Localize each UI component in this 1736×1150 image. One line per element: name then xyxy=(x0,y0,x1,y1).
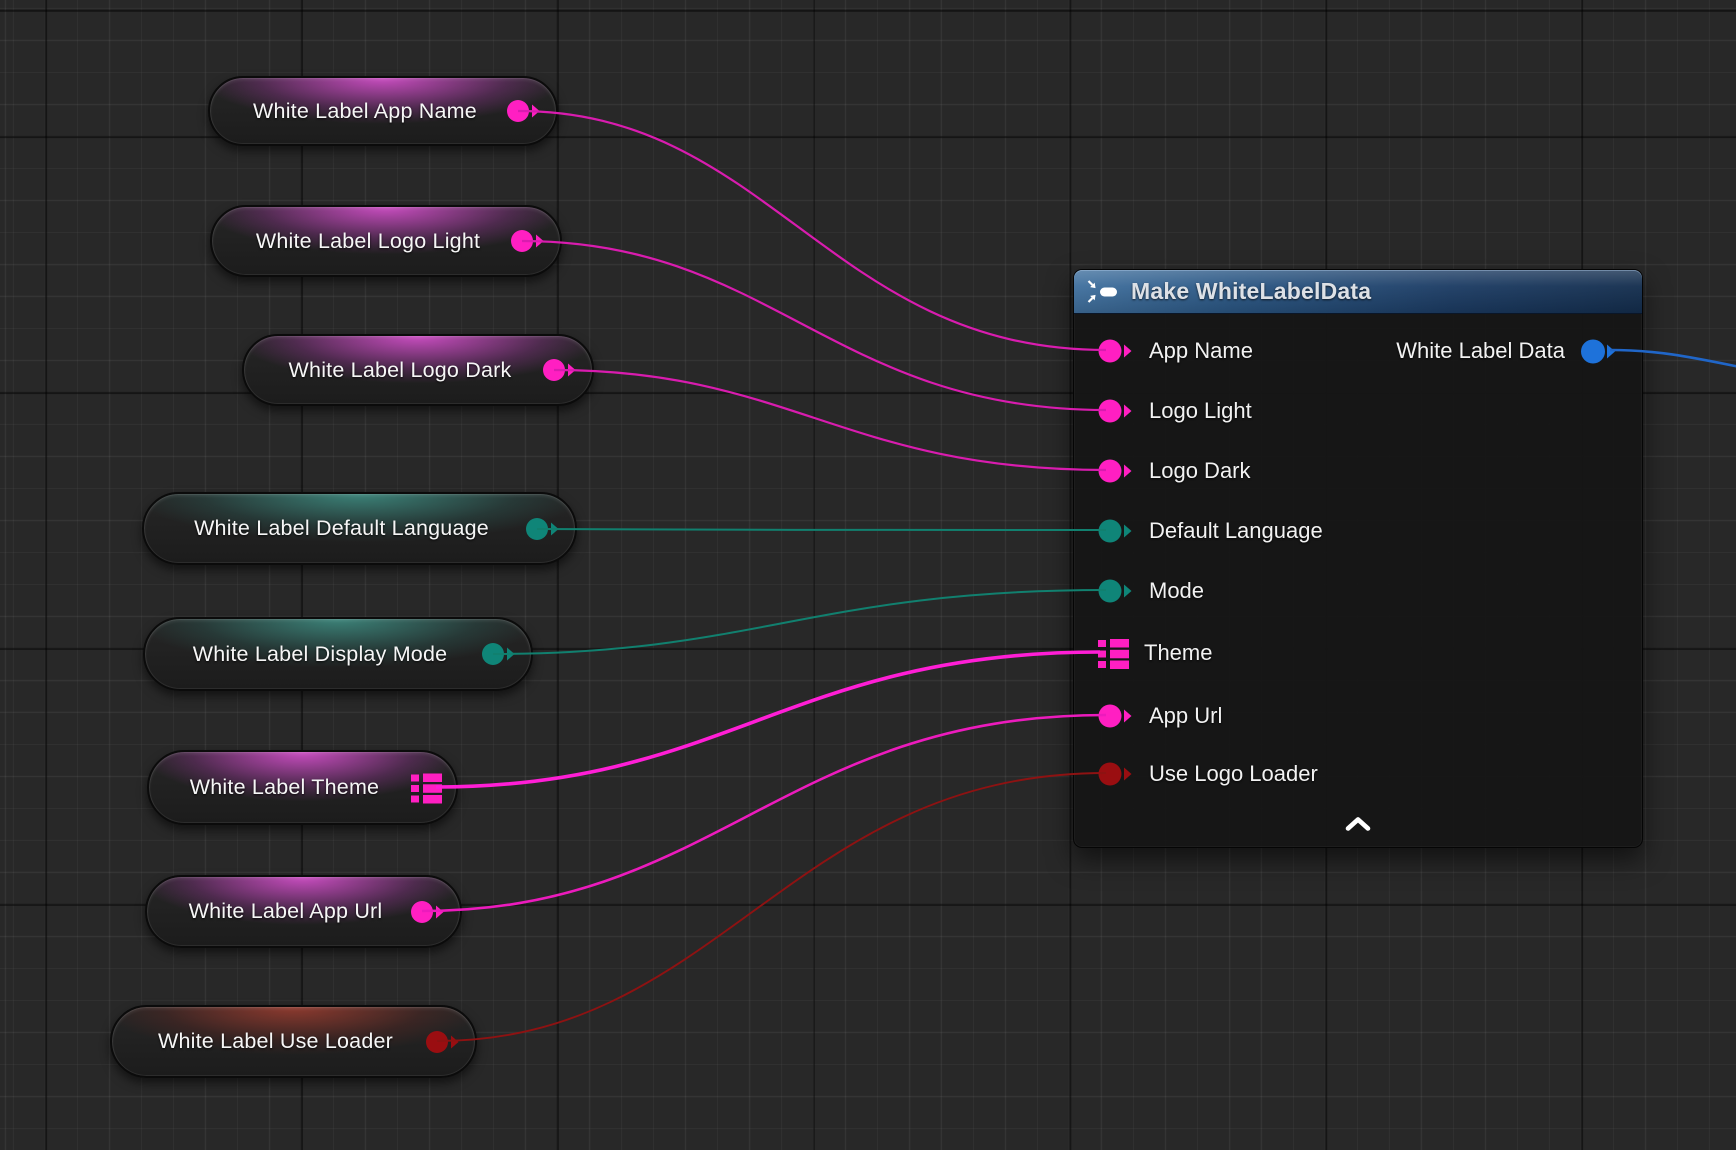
input-pin[interactable] xyxy=(1098,458,1134,484)
output-pin[interactable] xyxy=(506,98,542,124)
output-pin[interactable] xyxy=(410,899,446,925)
variable-node-label: White Label Use Loader xyxy=(158,1029,393,1054)
pin-row-theme: Theme xyxy=(1098,636,1212,670)
pin-row-default-language: Default Language xyxy=(1098,514,1323,548)
variable-node-white-label-theme[interactable]: White Label Theme xyxy=(147,750,458,825)
output-pin[interactable] xyxy=(525,516,561,542)
pin-row-app-name: App Name xyxy=(1098,334,1253,368)
input-pin[interactable] xyxy=(1098,703,1134,729)
make-struct-icon xyxy=(1086,278,1120,305)
input-pin[interactable] xyxy=(1098,518,1134,544)
variable-node-label: White Label Logo Light xyxy=(256,229,480,254)
variable-node-white-label-app-url[interactable]: White Label App Url xyxy=(145,875,462,948)
collapse-chevron-icon[interactable] xyxy=(1344,816,1372,832)
wire-app-name[interactable] xyxy=(518,111,1106,350)
wire-app-url[interactable] xyxy=(422,715,1106,911)
pin-label: Default Language xyxy=(1149,518,1323,544)
struct-pin-icon[interactable] xyxy=(1098,638,1129,669)
output-pin[interactable] xyxy=(481,641,517,667)
variable-node-white-label-display-mode[interactable]: White Label Display Mode xyxy=(143,617,533,691)
input-pin[interactable] xyxy=(1098,338,1134,364)
wire-logo-dark[interactable] xyxy=(554,370,1106,470)
output-pin[interactable] xyxy=(542,357,578,383)
output-pin[interactable] xyxy=(510,228,546,254)
variable-node-white-label-logo-dark[interactable]: White Label Logo Dark xyxy=(242,334,594,406)
node-title: Make WhiteLabelData xyxy=(1131,278,1371,305)
variable-node-label: White Label Display Mode xyxy=(193,642,448,667)
make-whitelabeldata-node[interactable]: Make WhiteLabelData App Name Logo Light … xyxy=(1073,269,1643,848)
variable-node-white-label-logo-light[interactable]: White Label Logo Light xyxy=(210,205,562,277)
struct-pin-icon[interactable] xyxy=(411,772,442,803)
blueprint-graph-canvas[interactable]: { "canvas": { "background": "#282828" },… xyxy=(0,0,1736,1150)
pin-label: White Label Data xyxy=(1396,338,1565,364)
wire-display-mode[interactable] xyxy=(493,590,1106,654)
input-pin[interactable] xyxy=(1098,761,1134,787)
output-pin[interactable] xyxy=(425,1029,461,1055)
variable-node-label: White Label Theme xyxy=(190,775,379,800)
pin-row-white-label-data: White Label Data xyxy=(1396,334,1618,368)
pin-label: Theme xyxy=(1144,640,1212,666)
pin-row-app-url: App Url xyxy=(1098,699,1222,733)
variable-node-label: White Label Default Language xyxy=(194,516,489,541)
node-header[interactable]: Make WhiteLabelData xyxy=(1074,270,1642,314)
wire-use-loader[interactable] xyxy=(437,773,1106,1041)
pin-label: Use Logo Loader xyxy=(1149,761,1318,787)
variable-node-white-label-default-language[interactable]: White Label Default Language xyxy=(142,492,577,565)
variable-node-label: White Label App Name xyxy=(253,99,477,124)
variable-node-label: White Label Logo Dark xyxy=(289,358,512,383)
pin-label: App Name xyxy=(1149,338,1253,364)
pin-row-mode: Mode xyxy=(1098,574,1204,608)
pin-row-use-logo-loader: Use Logo Loader xyxy=(1098,757,1318,791)
wire-theme[interactable] xyxy=(436,652,1100,787)
wire-default-language[interactable] xyxy=(537,529,1106,530)
pin-row-logo-dark: Logo Dark xyxy=(1098,454,1251,488)
variable-node-white-label-use-loader[interactable]: White Label Use Loader xyxy=(110,1005,477,1078)
pin-label: App Url xyxy=(1149,703,1222,729)
pin-label: Logo Light xyxy=(1149,398,1252,424)
wire-logo-light[interactable] xyxy=(522,241,1106,410)
pin-row-logo-light: Logo Light xyxy=(1098,394,1252,428)
output-pin[interactable] xyxy=(1580,338,1618,365)
pin-label: Logo Dark xyxy=(1149,458,1251,484)
input-pin[interactable] xyxy=(1098,398,1134,424)
pin-label: Mode xyxy=(1149,578,1204,604)
variable-node-white-label-app-name[interactable]: White Label App Name xyxy=(208,76,558,146)
variable-node-label: White Label App Url xyxy=(189,899,383,924)
input-pin[interactable] xyxy=(1098,578,1134,604)
